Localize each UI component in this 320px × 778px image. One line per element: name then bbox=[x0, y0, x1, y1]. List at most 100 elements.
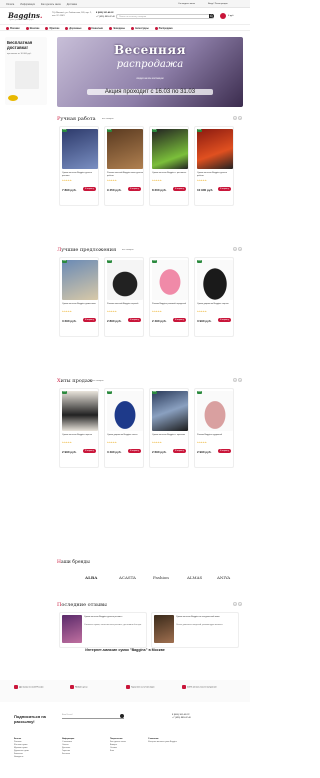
truck-icon bbox=[14, 685, 18, 689]
free-delivery-promo[interactable]: Бесплатная доставка! при заказе от 10 00… bbox=[5, 37, 47, 105]
product-card[interactable]: Хит Сумка женская Baggins ручная работа ★★… bbox=[194, 126, 234, 206]
prev-arrow-icon[interactable]: ‹ bbox=[233, 602, 237, 606]
cart-total[interactable]: 0 руб. bbox=[228, 15, 234, 17]
account-link[interactable]: Вход / Регистрация bbox=[208, 3, 228, 5]
add-to-cart-button[interactable]: В корзину bbox=[83, 187, 96, 191]
footer-link[interactable]: Гарантия bbox=[62, 750, 70, 752]
suitcase-icon bbox=[108, 27, 112, 30]
see-all-link[interactable]: все товары bbox=[92, 380, 103, 382]
product-card[interactable]: Хит Сумка женская Baggins с принтом ★★★★★ 2… bbox=[149, 388, 189, 468]
product-name[interactable]: Сумка женская Baggins с росписью bbox=[152, 172, 188, 175]
prev-arrow-icon[interactable]: ‹ bbox=[233, 378, 237, 382]
phone-alt[interactable]: +7 (495) 989-47-40 bbox=[96, 16, 115, 18]
footer-link[interactable]: Мужские сумки bbox=[14, 747, 27, 749]
review-card[interactable]: Сумка женская Baggins ручная роспись Отли… bbox=[59, 612, 147, 648]
next-arrow-icon[interactable]: › bbox=[238, 602, 242, 606]
prev-arrow-icon[interactable]: ‹ bbox=[233, 247, 237, 251]
footer-link[interactable]: Оплата bbox=[62, 744, 69, 746]
product-card[interactable]: Хит Рюкзак женский Baggins кожа ручная ра… bbox=[104, 126, 144, 206]
footer-link[interactable]: Возврат bbox=[110, 744, 117, 746]
product-name[interactable]: Рюкзак Baggins пудровый bbox=[197, 434, 233, 437]
product-name[interactable]: Рюкзак Baggins розовый городской bbox=[152, 303, 188, 306]
nav-item[interactable]: Чемоданы bbox=[108, 27, 125, 30]
review-card[interactable]: Сумка женская Baggins из натуральной кож… bbox=[151, 612, 239, 648]
brand-logo[interactable]: Fashion bbox=[153, 575, 169, 580]
footer-phone[interactable]: 8 (800) 301-48-22 bbox=[172, 714, 190, 716]
product-card[interactable]: Хит Сумка женская Baggins черная ★★★★★ 2 99… bbox=[59, 388, 99, 468]
next-arrow-icon[interactable]: › bbox=[238, 116, 242, 120]
hit-badge: Хит bbox=[107, 129, 113, 132]
footer-link[interactable]: Кошельки bbox=[14, 753, 23, 755]
product-card[interactable]: Хит Рюкзак женский Baggins черный ★★★★★ 2 8… bbox=[104, 257, 144, 337]
add-to-cart-button[interactable]: В корзину bbox=[83, 318, 96, 322]
product-name[interactable]: Сумка женская Baggins с принтом bbox=[152, 434, 188, 437]
subscribe-button[interactable] bbox=[120, 714, 124, 718]
rating-stars: ★★★★★ bbox=[62, 442, 72, 444]
footer-link[interactable]: О магазине bbox=[62, 741, 72, 743]
nav-item[interactable]: Кошельки bbox=[87, 27, 103, 30]
footer-link[interactable]: Как сделать заказ bbox=[110, 741, 126, 743]
search-input[interactable]: Поиск по каталогу товаров bbox=[116, 13, 214, 19]
see-all-link[interactable]: все товары bbox=[102, 118, 113, 120]
footer-link[interactable]: Блог bbox=[110, 750, 114, 752]
prev-arrow-icon[interactable]: ‹ bbox=[233, 116, 237, 120]
add-to-cart-button[interactable]: В корзину bbox=[173, 449, 186, 453]
brand-logo[interactable]: ACASTA bbox=[119, 575, 136, 580]
nav-item[interactable]: Аксессуары bbox=[130, 27, 149, 30]
product-card[interactable]: Хит Сумка женская Baggins джинсовая ★★★★★ 3… bbox=[59, 257, 99, 337]
top-link[interactable]: Информация bbox=[20, 3, 35, 6]
product-name[interactable]: Сумка женская Baggins ручная роспись bbox=[62, 172, 98, 177]
nav-item[interactable]: Рюкзаки bbox=[6, 27, 20, 30]
nav-item[interactable]: Распродажа bbox=[154, 27, 173, 30]
product-price: 8 200 руб. bbox=[152, 188, 167, 192]
nav-item[interactable]: Дорожные bbox=[65, 27, 82, 30]
cart-icon[interactable] bbox=[220, 13, 226, 19]
product-name[interactable]: Сумка женская Baggins черная bbox=[62, 434, 98, 437]
add-to-cart-button[interactable]: В корзину bbox=[173, 187, 186, 191]
top-link[interactable]: Доставка bbox=[67, 3, 77, 6]
footer-phone-alt[interactable]: +7 (495) 989-47-40 bbox=[172, 717, 191, 719]
add-to-cart-button[interactable]: В корзину bbox=[173, 318, 186, 322]
top-link[interactable]: Оплата bbox=[6, 3, 14, 6]
phone[interactable]: 8 (800) 301-48-22 bbox=[96, 12, 114, 14]
add-to-cart-button[interactable]: В корзину bbox=[128, 187, 141, 191]
see-all-link[interactable]: все товары bbox=[122, 249, 133, 251]
add-to-cart-button[interactable]: В корзину bbox=[83, 449, 96, 453]
brand-logo[interactable]: ANIYA bbox=[217, 575, 230, 580]
product-card[interactable]: Хит Рюкзак Baggins пудровый ★★★★★ 2 990 руб… bbox=[194, 388, 234, 468]
track-order-link[interactable]: Отследить заказ bbox=[178, 3, 195, 5]
footer-link[interactable]: Дорожные сумки bbox=[14, 750, 29, 752]
search-button[interactable] bbox=[209, 13, 214, 18]
add-to-cart-button[interactable]: В корзину bbox=[128, 318, 141, 322]
add-to-cart-button[interactable]: В корзину bbox=[218, 449, 231, 453]
product-name[interactable]: Сумка дорожная Baggins черная bbox=[197, 303, 233, 306]
email-field[interactable]: Ваш E-mail bbox=[62, 714, 124, 719]
footer-link[interactable]: Отзывы bbox=[110, 747, 117, 749]
product-card[interactable]: Хит Сумка дорожная Baggins синяя ★★★★★ 3 49… bbox=[104, 388, 144, 468]
product-card[interactable]: Хит Сумка женская Baggins ручная роспись ★… bbox=[59, 126, 99, 206]
add-to-cart-button[interactable]: В корзину bbox=[128, 449, 141, 453]
product-name[interactable]: Сумка женская Baggins ручная работа bbox=[197, 172, 233, 177]
footer-link[interactable]: Чемоданы bbox=[14, 756, 23, 758]
next-arrow-icon[interactable]: › bbox=[238, 247, 242, 251]
top-link[interactable]: Как сделать заказ bbox=[41, 3, 61, 6]
hero-banner[interactable]: Весенняя распродажа скидки на все коллек… bbox=[57, 37, 243, 107]
footer-link[interactable]: Доставка bbox=[62, 747, 70, 749]
nav-item[interactable]: Женские bbox=[25, 27, 39, 30]
product-card[interactable]: Хит Рюкзак Baggins розовый городской ★★★★★… bbox=[149, 257, 189, 337]
brand-logo[interactable]: ALMAS bbox=[187, 575, 202, 580]
product-name[interactable]: Сумка женская Baggins джинсовая bbox=[62, 303, 98, 306]
product-card[interactable]: Хит Сумка дорожная Baggins черная ★★★★★ 3 9… bbox=[194, 257, 234, 337]
footer-link[interactable]: Рюкзаки bbox=[14, 741, 21, 743]
product-name[interactable]: Рюкзак женский Baggins черный bbox=[107, 303, 143, 306]
add-to-cart-button[interactable]: В корзину bbox=[218, 187, 231, 191]
add-to-cart-button[interactable]: В корзину bbox=[218, 318, 231, 322]
product-card[interactable]: Хит Сумка женская Baggins с росписью ★★★★★… bbox=[149, 126, 189, 206]
product-name[interactable]: Сумка дорожная Baggins синяя bbox=[107, 434, 143, 437]
footer-link[interactable]: Женские сумки bbox=[14, 744, 27, 746]
product-name[interactable]: Рюкзак женский Baggins кожа ручная работ… bbox=[107, 172, 143, 177]
footer-link[interactable]: Контакты bbox=[62, 753, 70, 755]
next-arrow-icon[interactable]: › bbox=[238, 378, 242, 382]
brand-logo[interactable]: ALBA bbox=[85, 575, 97, 580]
nav-item[interactable]: Мужские bbox=[45, 27, 59, 30]
